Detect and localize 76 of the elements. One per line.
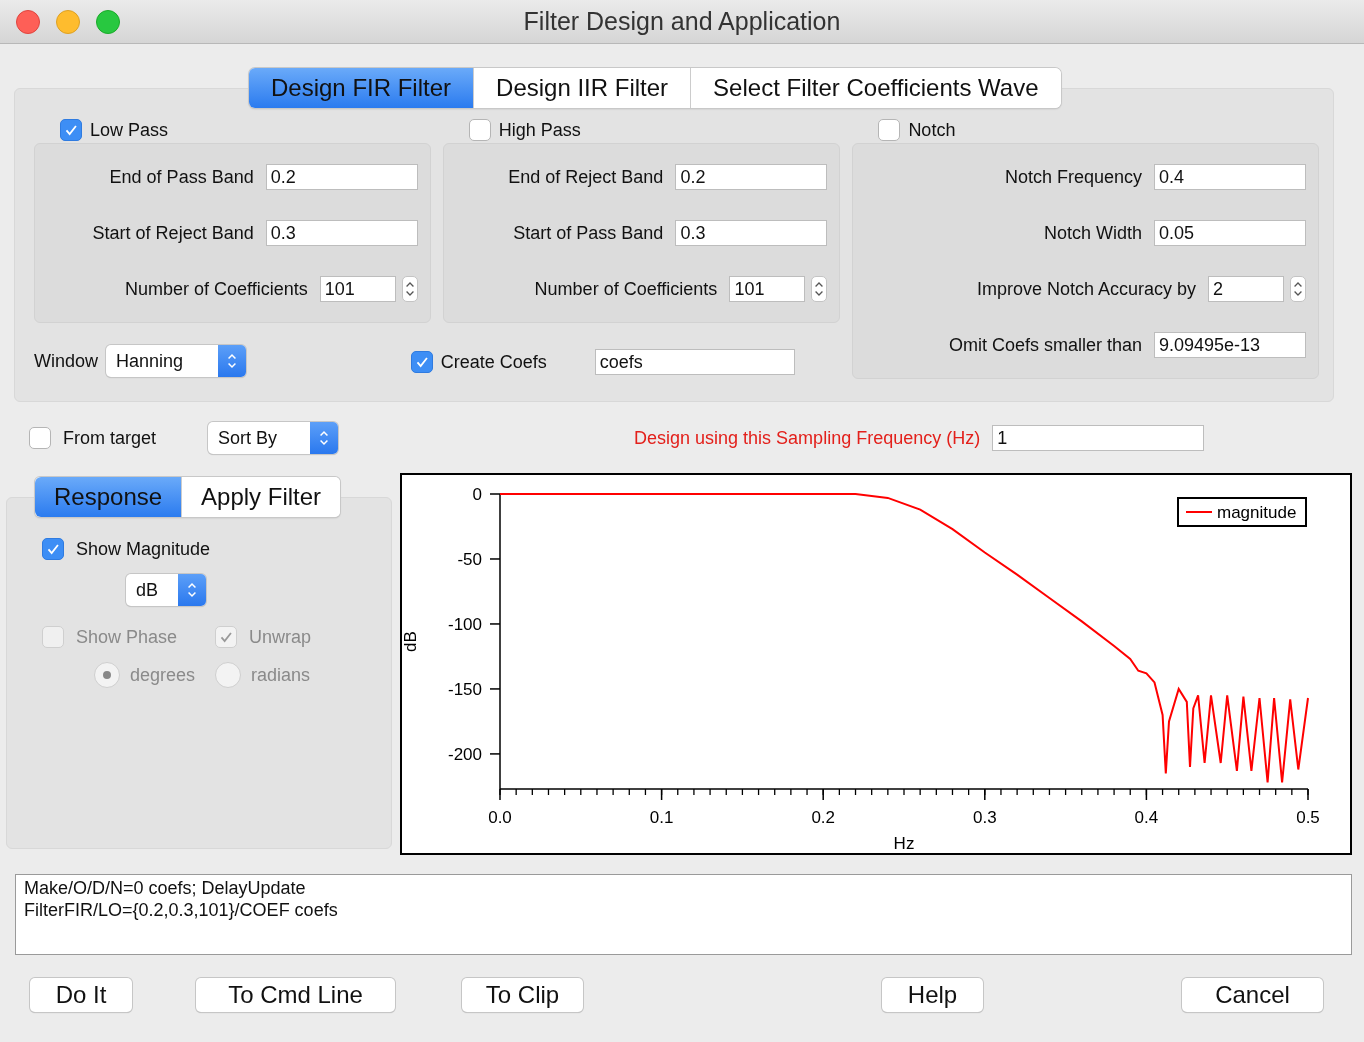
input-field[interactable]: 0.05 <box>1154 220 1306 246</box>
push-button[interactable]: To Cmd Line <box>196 978 395 1012</box>
close-button[interactable] <box>16 10 40 34</box>
field-label: Omit Coefs smaller than <box>948 334 1142 356</box>
checkbox-label: Show Phase <box>76 626 178 648</box>
input-field[interactable]: coefs <box>594 349 795 375</box>
stepper-control[interactable] <box>811 276 828 302</box>
input-field[interactable]: 0.3 <box>265 220 418 246</box>
field-label: Notch Width <box>1043 222 1142 244</box>
checkbox[interactable] <box>29 427 51 449</box>
radio-label: degrees <box>130 664 196 686</box>
checkbox-label: Show Magnitude <box>76 538 211 560</box>
y-tick-label: -100 <box>447 614 482 634</box>
checkbox-label: Unwrap <box>249 626 312 648</box>
push-button[interactable]: Do It <box>30 978 132 1012</box>
minimize-button[interactable] <box>56 10 80 34</box>
field-label: Number of Coefficients <box>534 278 718 300</box>
number-field[interactable]: 101 <box>319 276 396 302</box>
zoom-button[interactable] <box>96 10 120 34</box>
field-label: End of Reject Band <box>508 166 664 188</box>
sort-dropdown[interactable]: Sort By <box>208 422 339 454</box>
tab[interactable]: Select Filter Coefficients Wave <box>690 68 1061 108</box>
x-axis-title: Hz <box>893 834 915 853</box>
y-tick-label: -150 <box>447 679 482 699</box>
checkbox-label: High Pass <box>498 119 581 141</box>
x-tick-label: 0.2 <box>811 808 835 827</box>
input-field[interactable]: 0.3 <box>675 220 828 246</box>
field-label: Notch Frequency <box>1004 166 1142 188</box>
x-tick-label: 0.0 <box>488 808 512 827</box>
checkbox-label: Create Coefs <box>440 351 547 373</box>
checkbox[interactable] <box>42 538 64 560</box>
command-line: Make/O/D/N=0 coefs; DelayUpdate <box>24 877 307 899</box>
stepper-control[interactable] <box>401 276 418 302</box>
field-label: Start of Reject Band <box>92 222 254 244</box>
tab[interactable]: Design IIR Filter <box>473 68 691 108</box>
field-label: End of Pass Band <box>109 166 254 188</box>
stepper-control[interactable] <box>1290 276 1306 302</box>
unit-dropdown[interactable]: dB <box>126 574 206 606</box>
number-field[interactable]: 101 <box>729 276 806 302</box>
x-tick-label: 0.4 <box>1134 808 1159 827</box>
x-tick-label: 0.3 <box>973 808 997 827</box>
input-field[interactable]: 0.2 <box>675 164 828 190</box>
field-label: Design using this Sampling Frequency (Hz) <box>634 427 981 449</box>
input-field[interactable]: 0.2 <box>265 164 418 190</box>
y-axis-title: dB <box>402 631 420 652</box>
checkbox[interactable] <box>468 119 491 141</box>
field-label: Improve Notch Accuracy by <box>976 278 1196 300</box>
radio-label: radians <box>251 664 311 686</box>
input-field[interactable]: 1 <box>992 425 1205 451</box>
push-button[interactable]: To Clip <box>462 978 583 1012</box>
checkbox-label: From target <box>63 427 157 449</box>
tab[interactable]: Response <box>35 477 182 517</box>
window-label: Window <box>34 350 99 372</box>
tab[interactable]: Design FIR Filter <box>249 68 474 108</box>
checkbox-label: Low Pass <box>90 119 169 141</box>
x-tick-label: 0.5 <box>1296 808 1320 827</box>
number-field[interactable]: 2 <box>1208 276 1284 302</box>
checkbox[interactable] <box>878 119 901 141</box>
window-title: Filter Design and Application <box>523 7 841 36</box>
checkbox[interactable] <box>60 119 82 141</box>
window-dropdown[interactable]: Hanning <box>106 345 247 377</box>
y-tick-label: -200 <box>447 744 482 764</box>
field-label: Number of Coefficients <box>124 278 308 300</box>
input-field[interactable]: 9.09495e-13 <box>1154 332 1306 358</box>
checkbox[interactable] <box>410 351 433 373</box>
push-button[interactable]: Help <box>882 978 983 1012</box>
checkbox-label: Notch <box>908 119 956 141</box>
x-tick-label: 0.1 <box>649 808 674 827</box>
input-field[interactable]: 0.4 <box>1154 164 1306 190</box>
legend-label: magnitude <box>1217 503 1297 522</box>
field-label: Start of Pass Band <box>513 222 664 244</box>
tab[interactable]: Apply Filter <box>181 477 341 517</box>
y-tick-label: -50 <box>457 550 482 569</box>
y-tick-label: 0 <box>472 485 482 504</box>
command-line: FilterFIR/LO={0.2,0.3,101}/COEF coefs <box>24 899 339 921</box>
push-button[interactable]: Cancel <box>1182 978 1323 1012</box>
